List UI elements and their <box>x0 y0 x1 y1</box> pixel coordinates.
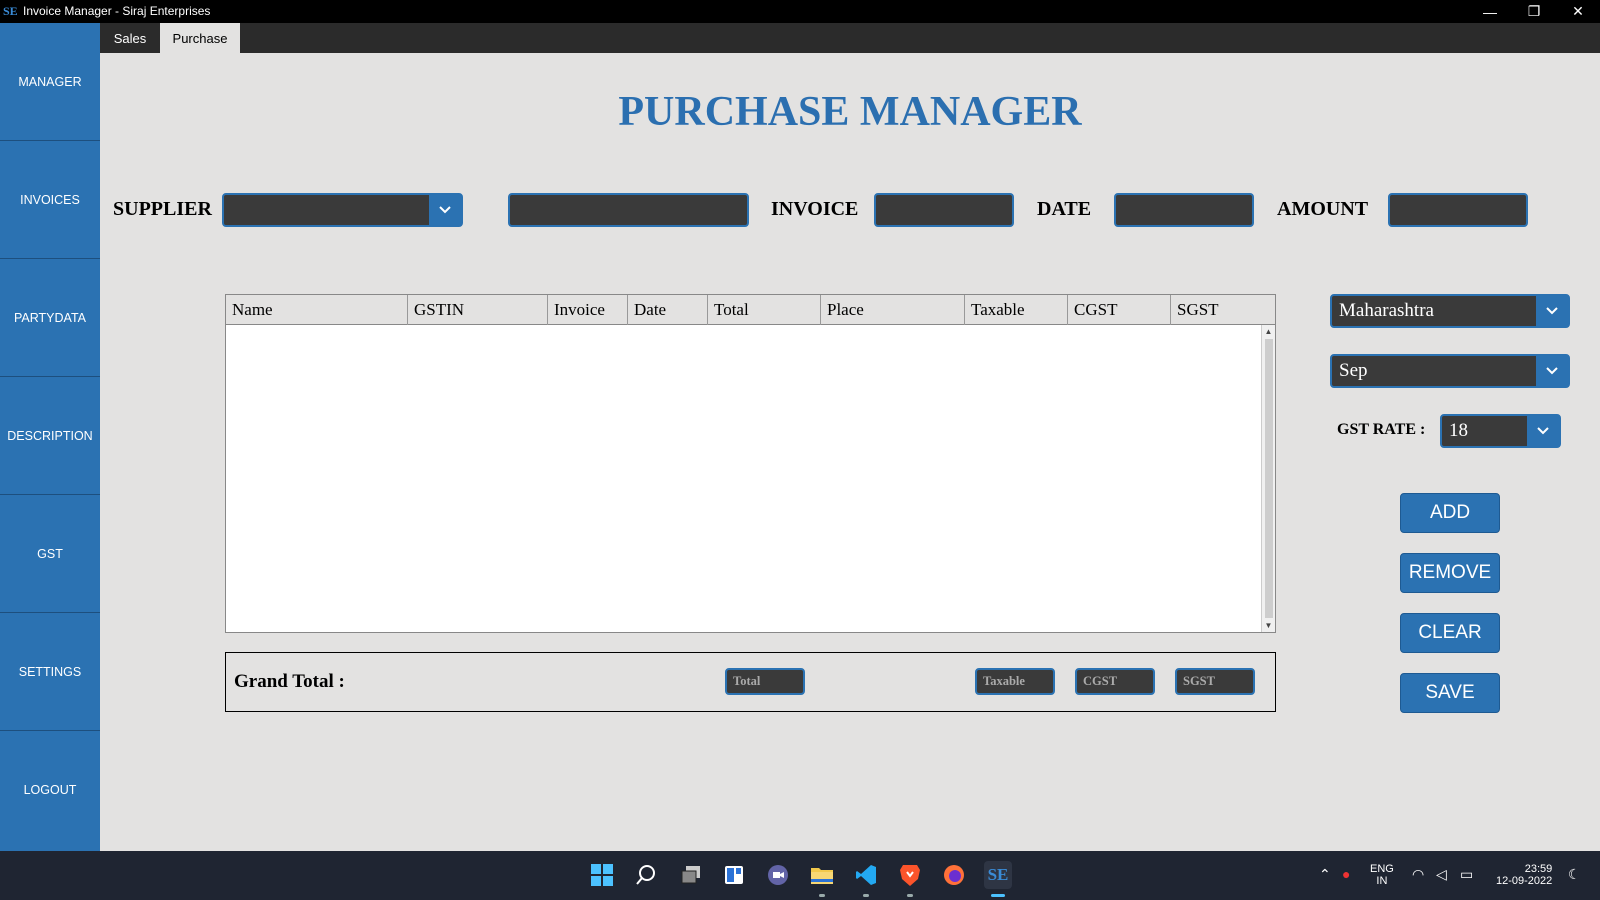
running-indicator <box>819 894 825 897</box>
column-header-cgst[interactable]: CGST <box>1068 295 1171 325</box>
clock-date: 12-09-2022 <box>1496 875 1553 887</box>
amount-label: AMOUNT <box>1277 198 1369 220</box>
chevron-down-icon[interactable] <box>1536 356 1568 386</box>
sidebar-item-partydata[interactable]: PARTYDATA <box>0 259 100 377</box>
grand-total-sgst-input[interactable] <box>1183 674 1253 689</box>
sidebar-item-settings[interactable]: SETTINGS <box>0 613 100 731</box>
restore-button[interactable]: ❐ <box>1512 0 1556 23</box>
app-logo-icon: SE <box>3 4 18 18</box>
grand-total-taxable-field[interactable] <box>975 668 1055 695</box>
firefox-icon[interactable] <box>940 861 968 889</box>
notifications-icon[interactable]: ☾ <box>1568 866 1581 883</box>
purchase-table[interactable]: Name GSTIN Invoice Date Total Place Taxa… <box>225 294 1276 633</box>
onedrive-error-icon[interactable]: ● <box>1342 866 1350 882</box>
gstin-field[interactable] <box>508 193 749 227</box>
gst-rate-label: GST RATE : <box>1337 421 1426 438</box>
column-header-total[interactable]: Total <box>708 295 821 325</box>
tab-strip: Sales Purchase <box>100 23 1600 53</box>
grand-total-sgst-field[interactable] <box>1175 668 1255 695</box>
scroll-down-icon[interactable]: ▼ <box>1262 619 1275 632</box>
sidebar-item-gst[interactable]: GST <box>0 495 100 613</box>
add-button[interactable]: ADD <box>1400 493 1500 533</box>
date-label: DATE <box>1037 198 1092 220</box>
supplier-combobox[interactable] <box>222 193 463 227</box>
grand-total-panel: Grand Total : <box>225 652 1276 712</box>
column-header-date[interactable]: Date <box>628 295 708 325</box>
amount-field[interactable] <box>1388 193 1528 227</box>
chevron-down-icon[interactable] <box>429 195 461 225</box>
supplier-label: SUPPLIER <box>113 198 212 220</box>
chat-icon[interactable] <box>764 861 792 889</box>
gst-rate-combobox[interactable]: 18 <box>1440 414 1561 448</box>
chevron-down-icon[interactable] <box>1527 416 1559 446</box>
brave-icon[interactable] <box>896 861 924 897</box>
column-header-place[interactable]: Place <box>821 295 965 325</box>
column-header-invoice[interactable]: Invoice <box>548 295 628 325</box>
chevron-down-icon[interactable] <box>1536 296 1568 326</box>
state-combobox[interactable]: Maharashtra <box>1330 294 1570 328</box>
sidebar-item-logout[interactable]: LOGOUT <box>0 731 100 849</box>
show-hidden-icons-icon[interactable]: ⌃ <box>1319 866 1331 883</box>
search-icon[interactable] <box>632 861 660 889</box>
column-header-name[interactable]: Name <box>226 295 408 325</box>
sidebar-item-description[interactable]: DESCRIPTION <box>0 377 100 495</box>
invoice-manager-icon[interactable]: SE <box>984 861 1012 897</box>
sidebar: MANAGER INVOICES PARTYDATA DESCRIPTION G… <box>0 23 100 851</box>
save-button[interactable]: SAVE <box>1400 673 1500 713</box>
remove-button[interactable]: REMOVE <box>1400 553 1500 593</box>
battery-icon[interactable]: ▭ <box>1460 866 1473 883</box>
start-icon[interactable] <box>588 861 616 889</box>
column-header-gstin[interactable]: GSTIN <box>408 295 548 325</box>
widgets-icon[interactable] <box>720 861 748 889</box>
running-indicator <box>863 894 869 897</box>
state-value: Maharashtra <box>1339 300 1434 321</box>
grand-total-total-input[interactable] <box>733 674 803 689</box>
running-indicator <box>907 894 913 897</box>
volume-icon[interactable]: ◁ <box>1436 866 1447 883</box>
close-button[interactable]: ✕ <box>1556 0 1600 23</box>
clock[interactable]: 23:59 12-09-2022 <box>1496 863 1552 887</box>
grand-total-total-field[interactable] <box>725 668 805 695</box>
table-scrollbar[interactable]: ▲ ▼ <box>1261 325 1275 632</box>
page-title: PURCHASE MANAGER <box>618 89 1082 135</box>
table-header: Name GSTIN Invoice Date Total Place Taxa… <box>226 295 1275 325</box>
gst-rate-value: 18 <box>1449 420 1468 441</box>
date-field[interactable] <box>1114 193 1254 227</box>
grand-total-label: Grand Total : <box>234 671 345 692</box>
column-header-taxable[interactable]: Taxable <box>965 295 1068 325</box>
grand-total-cgst-field[interactable] <box>1075 668 1155 695</box>
region-code: IN <box>1376 875 1388 887</box>
clock-time: 23:59 <box>1524 863 1553 875</box>
wifi-icon[interactable]: ◠ <box>1412 866 1424 883</box>
running-indicator <box>991 894 1005 897</box>
window-titlebar: SE Invoice Manager - Siraj Enterprises —… <box>0 0 1600 23</box>
file-explorer-icon[interactable] <box>808 861 836 897</box>
sidebar-item-manager[interactable]: MANAGER <box>0 23 100 141</box>
task-view-icon[interactable] <box>677 861 705 889</box>
scroll-up-icon[interactable]: ▲ <box>1262 325 1275 338</box>
language-indicator[interactable]: ENG IN <box>1370 863 1394 887</box>
tab-sales[interactable]: Sales <box>100 23 160 53</box>
month-value: Sep <box>1339 360 1368 381</box>
vscode-icon[interactable] <box>852 861 880 897</box>
window-title: Invoice Manager - Siraj Enterprises <box>23 4 211 18</box>
invoice-field[interactable] <box>874 193 1014 227</box>
clear-button[interactable]: CLEAR <box>1400 613 1500 653</box>
taskbar: SE ⌃ ● ENG IN ◠ ◁ ▭ 23:59 12-09-2022 ☾ <box>0 851 1600 900</box>
month-combobox[interactable]: Sep <box>1330 354 1570 388</box>
tab-purchase[interactable]: Purchase <box>160 23 240 53</box>
sidebar-item-invoices[interactable]: INVOICES <box>0 141 100 259</box>
grand-total-cgst-input[interactable] <box>1083 674 1153 689</box>
invoice-label: INVOICE <box>771 198 859 220</box>
scroll-thumb[interactable] <box>1265 339 1273 618</box>
minimize-button[interactable]: — <box>1468 0 1512 23</box>
grand-total-taxable-input[interactable] <box>983 674 1053 689</box>
column-header-sgst[interactable]: SGST <box>1171 295 1275 325</box>
language-code: ENG <box>1370 863 1394 875</box>
